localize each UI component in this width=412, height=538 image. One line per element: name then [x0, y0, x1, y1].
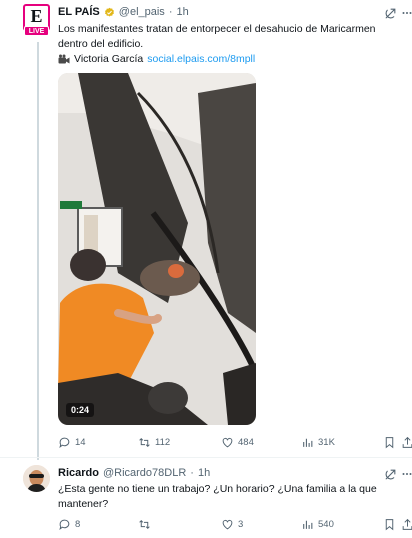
bookmark-icon [385, 436, 394, 448]
reply-icon [59, 437, 70, 448]
views-count: 540 [318, 518, 334, 530]
author-handle[interactable]: @Ricardo78DLR [103, 467, 186, 479]
retweet-button[interactable]: 112 [138, 434, 170, 450]
video-camera-icon [58, 54, 70, 63]
retweet-button[interactable] [138, 516, 155, 532]
reply-count: 14 [75, 436, 86, 448]
tweet-text: ¿Esta gente no tiene un trabajo? ¿Un hor… [58, 483, 377, 510]
author-handle[interactable]: @el_pais [119, 6, 165, 18]
like-count: 3 [238, 518, 244, 530]
more-icon[interactable] [400, 467, 412, 481]
live-badge: LIVE [24, 26, 49, 36]
grok-icon[interactable] [383, 6, 397, 20]
tweet-time[interactable]: 1h [198, 467, 210, 479]
header-separator: · [168, 6, 173, 18]
bookmark-icon [385, 518, 394, 530]
author-name[interactable]: EL PAÍS [58, 6, 100, 18]
retweet-icon [139, 437, 150, 447]
reply-count: 8 [75, 518, 81, 530]
views-count: 31K [318, 436, 335, 448]
share-icon [402, 436, 412, 448]
tweet-divider [0, 457, 412, 458]
tweet-time[interactable]: 1h [176, 6, 188, 18]
video-frame [58, 73, 256, 425]
more-icon[interactable] [400, 6, 412, 20]
like-icon [222, 519, 233, 529]
reply-icon [59, 519, 70, 530]
grok-icon[interactable] [383, 467, 397, 481]
elpais-logo-letter: E [30, 5, 43, 26]
views-icon [303, 438, 313, 447]
thread-connector-line [37, 42, 39, 460]
verified-badge-icon [104, 7, 114, 16]
like-button[interactable]: 484 [221, 434, 254, 450]
credit-link[interactable]: social.elpais.com/8mpll [147, 52, 255, 66]
tweet-header: Ricardo @Ricardo78DLR · 1h [58, 467, 210, 479]
video-duration: 0:24 [66, 403, 95, 417]
video-player[interactable]: 0:24 [58, 73, 256, 425]
tweet-action-bar: 8 3 540 [58, 516, 412, 532]
tweet-credit-line: Victoria García social.elpais.com/8mpll [58, 52, 255, 66]
tweet-text: Los manifestantes tratan de entorpecer e… [58, 23, 376, 50]
header-separator: · [190, 467, 194, 479]
reply-button[interactable]: 8 [58, 516, 80, 532]
reply-button[interactable]: 14 [58, 434, 86, 450]
tweet-header: EL PAÍS @el_pais · 1h [58, 6, 189, 18]
share-button[interactable] [401, 516, 412, 532]
like-count: 484 [238, 436, 254, 448]
avatar-image [23, 465, 50, 492]
retweet-icon [139, 519, 150, 529]
avatar[interactable] [23, 465, 50, 492]
credit-name: Victoria García [74, 53, 144, 65]
like-icon [222, 437, 233, 447]
views-icon [303, 520, 313, 529]
bookmark-button[interactable] [383, 516, 396, 532]
retweet-count: 112 [155, 436, 171, 448]
author-name[interactable]: Ricardo [58, 467, 99, 479]
share-button[interactable] [401, 434, 412, 450]
views-button[interactable]: 540 [301, 516, 334, 532]
like-button[interactable]: 3 [221, 516, 243, 532]
bookmark-button[interactable] [383, 434, 396, 450]
share-icon [402, 518, 412, 530]
views-button[interactable]: 31K [301, 434, 335, 450]
tweet-action-bar: 14 112 484 31K [58, 434, 412, 450]
